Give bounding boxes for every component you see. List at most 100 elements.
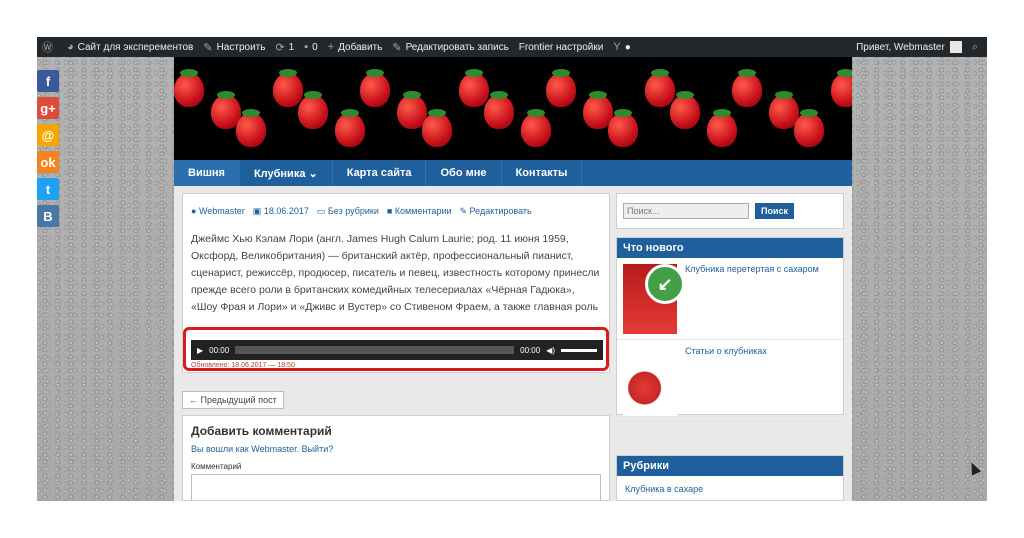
volume-icon[interactable]: ◀) [546, 346, 555, 355]
nav-item-vishnya[interactable]: Вишня [174, 160, 240, 186]
yoast-icon[interactable]: Y ● [608, 37, 635, 57]
search-button[interactable]: Поиск [755, 203, 795, 219]
news-title[interactable]: Статьи о клубниках [685, 346, 767, 415]
post-date[interactable]: ▣ 18.06.2017 [253, 206, 309, 217]
nav-item-sitemap[interactable]: Карта сайта [333, 160, 427, 186]
post-excerpt: Джеймс Хью Кэлам Лори (англ. James Hugh … [191, 233, 600, 313]
play-icon[interactable]: ▶ [197, 346, 203, 355]
post-author[interactable]: ● Webmaster [191, 206, 245, 217]
volume-slider[interactable] [561, 348, 597, 352]
sidebar-categories: Рубрики Клубника в сахаре [616, 455, 844, 501]
admin-site-name[interactable]: ◕ Сайт для эксперементов [62, 37, 198, 57]
nav-item-contacts[interactable]: Контакты [502, 160, 583, 186]
leaf-decoration [527, 109, 545, 117]
strawberry-decoration [174, 73, 204, 107]
comment-icon: ▪ [304, 41, 309, 53]
strawberry-decoration [459, 73, 489, 107]
duration: 00:00 [520, 345, 541, 355]
social-share-bar: f g+ @ ok t B [37, 70, 59, 232]
twitter-icon[interactable]: t [37, 178, 59, 200]
list-item[interactable]: Статьи о клубниках [617, 340, 843, 422]
leaf-decoration [304, 91, 322, 99]
calendar-icon: ▣ [252, 206, 264, 216]
admin-edit-post[interactable]: ✎ Редактировать запись [387, 37, 513, 57]
sidebar-whats-new: Что нового ↙ Клубника перетертая с сахар… [616, 237, 844, 422]
leaf-decoration [366, 69, 384, 77]
post-comments[interactable]: ■ Комментарии [387, 206, 452, 217]
news-title[interactable]: Клубника перетертая с сахаром [685, 264, 819, 333]
audio-player: ▶ 00:00 00:00 ◀) [191, 340, 603, 360]
leaf-decoration [614, 109, 632, 117]
strawberry-decoration [670, 95, 700, 129]
strawberry-decoration [335, 113, 365, 147]
leaf-decoration [341, 109, 359, 117]
post-meta: ● Webmaster ▣ 18.06.2017 ▭ Без рубрики ■… [191, 206, 601, 217]
admin-comments[interactable]: ▪ 0 [299, 37, 322, 57]
admin-account[interactable]: Привет, Webmaster [851, 37, 967, 57]
strawberry-decoration [422, 113, 452, 147]
back-arrow-icon: ↙ [645, 264, 685, 304]
leaf-decoration [837, 69, 852, 77]
updates-icon: ⟳ [275, 41, 285, 54]
admin-updates[interactable]: ⟳ 1 [270, 37, 299, 57]
leaf-decoration [242, 109, 260, 117]
admin-customize[interactable]: ✎ Настроить [198, 37, 270, 57]
comment-label: Комментарий [191, 462, 242, 471]
comment-form: Добавить комментарий Вы вошли как Webmas… [182, 415, 610, 501]
previous-post-link[interactable]: ← Предыдущий пост [182, 391, 284, 409]
admin-search-icon[interactable]: ⌕ [967, 37, 987, 57]
post-article: ● Webmaster ▣ 18.06.2017 ▭ Без рубрики ■… [182, 193, 610, 373]
mailru-icon[interactable]: @ [37, 124, 59, 146]
admin-add-new[interactable]: + Добавить [323, 37, 388, 57]
header-banner [174, 57, 852, 160]
strawberry-decoration [546, 73, 576, 107]
strawberry-decoration [484, 95, 514, 129]
strawberry-decoration [794, 113, 824, 147]
leaf-decoration [279, 69, 297, 77]
search-input[interactable]: Поиск... [623, 203, 749, 219]
odnoklassniki-icon[interactable]: ok [37, 151, 59, 173]
strawberry-decoration [608, 113, 638, 147]
leaf-decoration [428, 109, 446, 117]
plus-icon: + [327, 41, 335, 53]
post-published: Обновлено: 18.06.2017 — 18:50 [191, 362, 295, 369]
category-link[interactable]: Клубника в сахаре [617, 476, 843, 501]
googleplus-icon[interactable]: g+ [37, 97, 59, 119]
admin-frontier[interactable]: Frontier настройки [514, 37, 609, 57]
leaf-decoration [651, 69, 669, 77]
news-thumbnail[interactable]: ↙ [623, 264, 685, 334]
strawberry-decoration [298, 95, 328, 129]
post-category[interactable]: ▭ Без рубрики [317, 206, 379, 217]
list-item[interactable]: ↙ Клубника перетертая с сахаром [617, 258, 843, 340]
strawberry-decoration [732, 73, 762, 107]
categories-title: Рубрики [617, 456, 843, 476]
strawberry-decoration [831, 73, 852, 107]
leaf-decoration [217, 91, 235, 99]
leaf-decoration [713, 109, 731, 117]
strawberry-decoration [707, 113, 737, 147]
nav-item-klubnika[interactable]: Клубника ⌄ [240, 160, 333, 186]
wp-admin-bar: Ⓦ ◕ Сайт для эксперементов ✎ Настроить ⟳ 1 … [37, 37, 987, 57]
post-edit[interactable]: ✎ Редактировать [460, 206, 532, 217]
brush-icon: ✎ [203, 41, 213, 54]
comment-icon: ■ [386, 206, 395, 216]
wp-logo-icon[interactable]: Ⓦ [37, 37, 62, 57]
strawberry-decoration [236, 113, 266, 147]
whats-new-title: Что нового [617, 238, 843, 258]
comment-textarea[interactable] [191, 474, 601, 501]
facebook-icon[interactable]: f [37, 70, 59, 92]
nav-item-about[interactable]: Обо мне [426, 160, 502, 186]
comment-form-title: Добавить комментарий [191, 424, 332, 438]
user-icon: ● [191, 206, 199, 216]
dashboard-icon: ◕ [67, 41, 74, 53]
logged-in-as[interactable]: Вы вошли как Webmaster. Выйти? [191, 444, 601, 454]
mouse-cursor-icon [966, 460, 982, 476]
sidebar-search: Поиск... Поиск [616, 193, 844, 229]
vk-icon[interactable]: B [37, 205, 59, 227]
leaf-decoration [490, 91, 508, 99]
pencil-icon: ✎ [392, 41, 402, 54]
current-time: 00:00 [209, 345, 230, 355]
progress-bar[interactable] [235, 346, 515, 354]
leaf-decoration [676, 91, 694, 99]
news-thumbnail[interactable] [623, 346, 677, 416]
